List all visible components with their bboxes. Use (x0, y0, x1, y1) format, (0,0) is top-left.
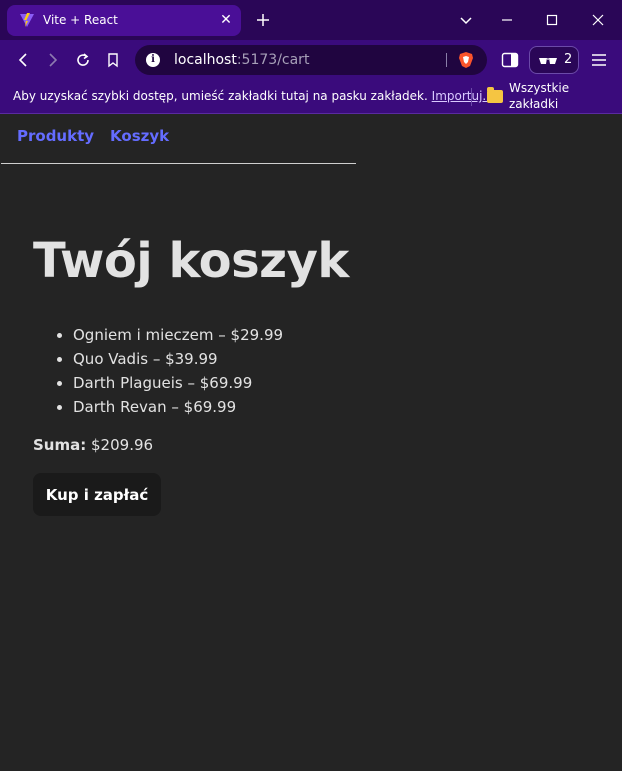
extension-count: 2 (564, 52, 573, 67)
total-label: Suma: (33, 436, 87, 454)
address-bar[interactable]: localhost:5173/cart (135, 45, 487, 75)
import-bookmarks-link[interactable]: Importuj... (432, 89, 494, 103)
cart-item: Quo Vadis – $39.99 (73, 347, 283, 371)
cart-items-list: Ogniem i mieczem – $29.99 Quo Vadis – $3… (73, 323, 283, 419)
reload-icon[interactable] (73, 50, 93, 70)
bookmarks-divider (471, 88, 472, 106)
close-tab-icon[interactable]: ✕ (217, 11, 235, 29)
url-text[interactable]: localhost:5173/cart (174, 52, 309, 68)
page-title: Twój koszyk (33, 233, 349, 289)
folder-icon (487, 86, 503, 103)
minimize-icon[interactable] (486, 0, 528, 40)
maximize-icon[interactable] (531, 0, 573, 40)
forward-icon[interactable] (43, 50, 63, 70)
cart-item: Darth Revan – $69.99 (73, 395, 283, 419)
all-bookmarks-label: Wszystkie zakładki (508, 81, 570, 111)
address-divider (446, 53, 447, 67)
cart-item: Ogniem i mieczem – $29.99 (73, 323, 283, 347)
main-nav: Produkty Koszyk (17, 126, 169, 146)
sidebar-icon[interactable] (500, 50, 520, 70)
vite-logo-icon (20, 13, 34, 27)
bookmark-icon[interactable] (103, 50, 123, 70)
all-bookmarks-folder[interactable]: Wszystkie zakładki (487, 81, 622, 111)
nav-link-products[interactable]: Produkty (17, 126, 94, 146)
menu-icon[interactable] (589, 50, 609, 70)
extensions-button[interactable]: 2 (529, 46, 579, 74)
cart-item: Darth Plagueis – $69.99 (73, 371, 283, 395)
brave-shields-icon[interactable] (457, 51, 475, 69)
tab-search-icon[interactable] (445, 0, 487, 40)
new-tab-icon[interactable] (253, 10, 273, 30)
tab-title: Vite + React (43, 13, 118, 27)
back-icon[interactable] (13, 50, 33, 70)
nav-divider (1, 163, 356, 164)
browser-toolbar: localhost:5173/cart 2 (0, 40, 622, 80)
cart-total: Suma: $209.96 (33, 435, 153, 455)
tab-strip: Vite + React ✕ (0, 0, 622, 40)
bookmarks-hint: Aby uzyskać szybki dostęp, umieść zakład… (13, 89, 494, 103)
glasses-icon (539, 58, 557, 64)
nav-link-cart[interactable]: Koszyk (110, 126, 169, 146)
close-window-icon[interactable] (577, 0, 619, 40)
bookmarks-bar: Aby uzyskać szybki dostęp, umieść zakład… (0, 80, 622, 114)
buy-and-pay-button[interactable]: Kup i zapłać (33, 473, 161, 516)
browser-tab[interactable]: Vite + React ✕ (7, 5, 241, 36)
site-info-icon[interactable] (146, 53, 160, 67)
total-value: $209.96 (91, 436, 154, 454)
